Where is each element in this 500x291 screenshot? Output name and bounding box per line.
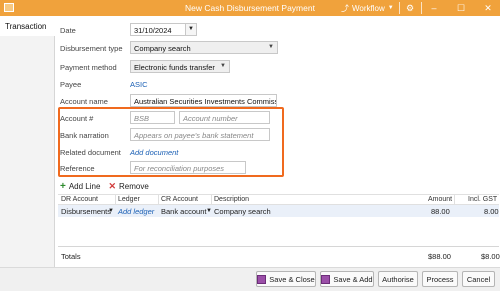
tab-bar: Transaction (0, 16, 55, 291)
chevron-down-icon: ▼ (387, 5, 394, 11)
description-cell[interactable]: Company search (214, 207, 271, 216)
column-header-gst: Incl. GST (468, 196, 498, 203)
totals-gst: $8.00 (481, 252, 500, 261)
gear-icon[interactable]: ⚙ (402, 1, 418, 15)
tab-transaction[interactable]: Transaction (0, 16, 55, 36)
amount-cell[interactable]: 88.00 (431, 207, 450, 216)
grid-header: DR Account Ledger CR Account Description… (58, 194, 499, 206)
chevron-down-icon[interactable]: ▼ (108, 208, 114, 214)
maximize-button[interactable]: ☐ (453, 1, 469, 15)
account-name-label: Account name (60, 97, 108, 106)
date-picker-button[interactable]: ▼ (185, 23, 197, 36)
cr-account-cell[interactable]: Bank account (161, 207, 206, 216)
column-header-ledger: Ledger (118, 196, 140, 203)
totals-amount: $88.00 (428, 252, 451, 261)
footer-bar: Save & Close Save & Add Authorise Proces… (0, 267, 500, 291)
save-icon (321, 274, 331, 284)
process-button[interactable]: Process (422, 271, 458, 287)
workflow-icon: ⤴ (341, 3, 349, 13)
remove-line-label: Remove (118, 181, 149, 191)
payee-label: Payee (60, 80, 82, 89)
totals-label: Totals (61, 252, 81, 261)
disbursement-type-label: Disbursement type (60, 44, 123, 53)
minimize-button[interactable]: – (426, 1, 442, 15)
lines-toolbar: + Add Line ✕ Remove (60, 181, 157, 192)
save-close-button[interactable]: Save & Close (256, 271, 316, 287)
payment-method-select[interactable]: Electronic funds transfer ▼ (130, 60, 230, 73)
chevron-down-icon: ▼ (220, 63, 226, 69)
authorise-button[interactable]: Authorise (378, 271, 418, 287)
payee-link[interactable]: ASIC (130, 80, 148, 89)
payment-method-value: Electronic funds transfer (134, 63, 215, 72)
add-line-button[interactable]: + Add Line (60, 181, 100, 192)
column-header-description: Description (214, 196, 250, 203)
save-icon (257, 274, 267, 284)
title-bar: New Cash Disbursement Payment ⤴ Workflow… (0, 0, 500, 16)
lines-grid: DR Account Ledger CR Account Description… (58, 194, 499, 217)
divider (421, 2, 422, 14)
gst-cell[interactable]: 8.00 (484, 207, 499, 216)
column-header-amount: Amount (428, 196, 453, 203)
dr-account-cell[interactable]: Disbursements (61, 207, 111, 216)
remove-line-button[interactable]: ✕ Remove (108, 181, 148, 192)
window-title: New Cash Disbursement Payment (185, 3, 315, 13)
chevron-down-icon: ▼ (268, 44, 274, 50)
close-button[interactable]: ✕ (480, 1, 496, 15)
table-row[interactable]: Disbursements ▼ Add ledger Bank account … (58, 205, 499, 217)
totals-row: Totals $88.00 $8.00 (58, 246, 500, 264)
column-header-dr-account: DR Account (61, 196, 98, 203)
payment-method-label: Payment method (60, 63, 117, 72)
disbursement-type-select[interactable]: Company search ▼ (130, 41, 278, 54)
date-label: Date (60, 26, 76, 35)
divider (399, 2, 400, 14)
chevron-down-icon[interactable]: ▼ (206, 208, 212, 214)
disbursement-type-value: Company search (134, 44, 191, 53)
save-add-button[interactable]: Save & Add (320, 271, 374, 287)
cancel-button[interactable]: Cancel (462, 271, 495, 287)
workflow-label: Workflow (352, 3, 385, 13)
add-line-label: Add Line (68, 181, 101, 191)
save-add-label: Save & Add (333, 274, 373, 284)
column-header-cr-account: CR Account (161, 196, 198, 203)
date-field[interactable]: 31/10/2024 (130, 23, 186, 36)
save-close-label: Save & Close (269, 274, 315, 284)
account-name-field[interactable]: Australian Securities Investments Commis… (130, 94, 277, 107)
close-icon: ✕ (108, 180, 116, 191)
add-ledger-link[interactable]: Add ledger (118, 207, 154, 216)
plus-icon: + (60, 180, 66, 192)
highlight-box (58, 107, 284, 177)
workflow-menu[interactable]: ⤴ Workflow ▼ (341, 2, 394, 14)
